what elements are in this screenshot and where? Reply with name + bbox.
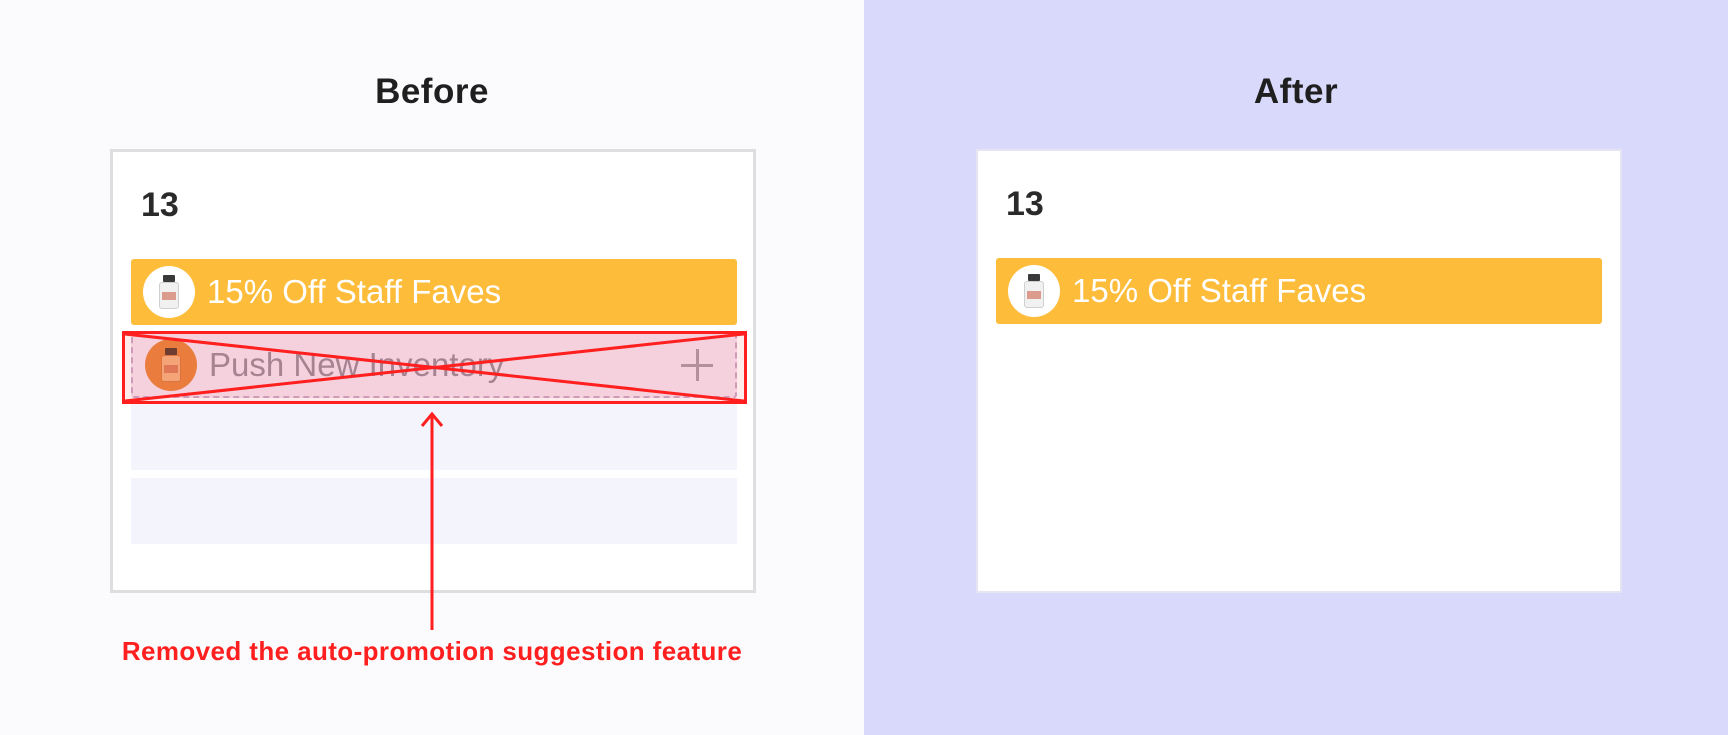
day-number: 13	[1006, 185, 1044, 223]
before-panel: Before 13 15% Off Staff Faves Push New I…	[0, 0, 864, 735]
product-bottle-icon	[1008, 265, 1060, 317]
annotation-text: Removed the auto-promotion suggestion fe…	[121, 636, 743, 666]
day-number: 13	[141, 186, 179, 224]
promotion-label: 15% Off Staff Faves	[1072, 272, 1367, 309]
promotion-event-staff-faves[interactable]: 15% Off Staff Faves	[131, 259, 737, 325]
promotion-label: 15% Off Staff Faves	[207, 273, 502, 310]
annotation-arrow-icon	[420, 411, 444, 630]
after-panel: After 13 15% Off Staff Faves	[864, 0, 1728, 735]
removed-strike-overlay	[122, 331, 747, 404]
promotion-event-staff-faves[interactable]: 15% Off Staff Faves	[996, 258, 1602, 324]
before-title: Before	[375, 72, 489, 111]
calendar-day-cell[interactable]: 13 15% Off Staff Faves	[976, 149, 1622, 593]
after-title: After	[1253, 72, 1339, 111]
product-bottle-icon	[143, 266, 195, 318]
